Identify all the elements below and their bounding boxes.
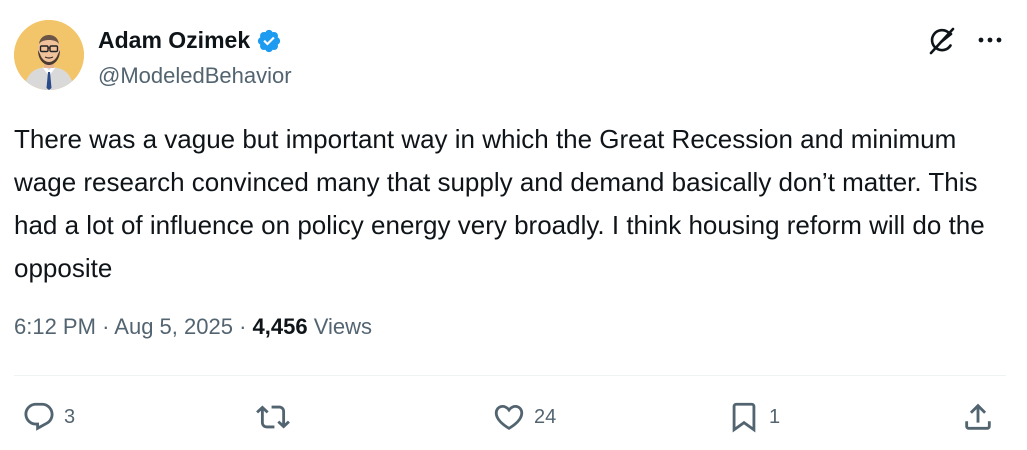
author-name[interactable]: Adam Ozimek <box>98 27 250 54</box>
bookmark-button[interactable]: 1 <box>727 397 780 437</box>
like-button[interactable]: 24 <box>492 397 556 437</box>
bookmark-icon <box>732 402 756 433</box>
heart-icon <box>494 404 524 430</box>
repost-button[interactable] <box>256 397 298 437</box>
avatar[interactable] <box>14 20 84 90</box>
more-options-icon[interactable] <box>974 24 1006 56</box>
grok-icon[interactable] <box>925 24 959 58</box>
repost-icon <box>256 405 290 429</box>
author-handle[interactable]: @ModeledBehavior <box>98 63 292 89</box>
tweet-meta: 6:12 PM · Aug 5, 2025 · 4,456 Views <box>14 314 372 340</box>
reply-icon <box>24 402 54 431</box>
author-name-row[interactable]: Adam Ozimek <box>98 27 282 54</box>
bookmark-count: 1 <box>769 405 781 428</box>
views-label[interactable]: Views <box>314 314 372 339</box>
divider <box>14 375 1006 376</box>
tweet-date[interactable]: Aug 5, 2025 <box>114 314 233 339</box>
meta-separator: · <box>239 314 247 339</box>
tweet-card: Adam Ozimek @ModeledBehavior There was a… <box>0 0 1027 450</box>
tweet-time[interactable]: 6:12 PM <box>14 314 96 339</box>
share-button[interactable] <box>961 397 995 437</box>
reply-count: 3 <box>64 405 76 428</box>
avatar-illustration <box>14 20 84 90</box>
reply-button[interactable]: 3 <box>22 397 75 437</box>
verified-badge-icon <box>258 29 281 52</box>
views-count[interactable]: 4,456 <box>253 314 308 339</box>
share-icon <box>965 403 991 430</box>
tweet-text: There was a vague but important way in w… <box>14 124 985 283</box>
like-count: 24 <box>534 405 557 428</box>
meta-separator: · <box>102 314 110 339</box>
